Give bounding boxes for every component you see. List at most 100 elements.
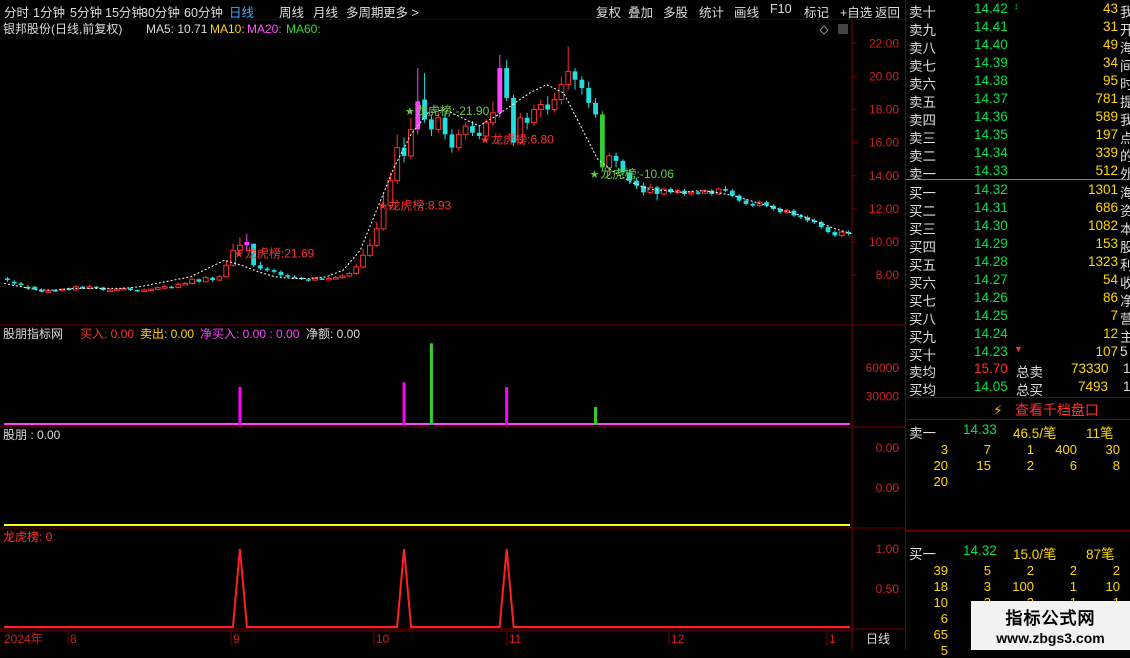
lhb-bar	[505, 387, 509, 425]
panel3-title: 龙虎榜: 0	[3, 529, 53, 544]
candle-body	[435, 117, 442, 130]
queue-price-wrap: 14.32	[963, 543, 997, 558]
avg-buy-price-wrap: 14.05	[974, 379, 1008, 394]
ask-level[interactable]: 卖十 14.42 ↕ 43 我	[906, 0, 1130, 20]
ask-level[interactable]: 卖三 14.35 197 点	[906, 126, 1130, 146]
candle-body	[202, 277, 209, 283]
net-amount-label: 净额: 0.00	[306, 327, 360, 341]
settings-icon[interactable]	[838, 24, 848, 34]
candle-body	[182, 282, 189, 286]
tool-button-4[interactable]: 画线	[734, 2, 759, 21]
candle-body	[688, 191, 695, 195]
period-tab-10[interactable]: 更多 >	[383, 2, 419, 21]
queue-cell: 6	[940, 611, 948, 626]
level-price: 14.39	[974, 55, 1008, 70]
queue-avg-wrap: 46.5/笔	[1013, 422, 1057, 442]
qiandang-button[interactable]: ⚡ 查看千档盘口	[993, 400, 1099, 420]
annotation-star: ★	[378, 201, 388, 213]
queue-cell: 400	[1055, 442, 1077, 457]
period-tab-5[interactable]: 60分钟	[184, 2, 223, 21]
candle-body	[271, 270, 277, 272]
tool-button-0[interactable]: 复权	[596, 2, 621, 21]
tool-button-1[interactable]: 叠加	[628, 2, 653, 21]
period-tab-7[interactable]: 周线	[279, 2, 304, 21]
bid-level[interactable]: 买三 14.30 1082 本	[906, 217, 1130, 237]
candle-body	[497, 68, 503, 113]
candle-body	[593, 102, 598, 115]
level-volume: 339	[1095, 145, 1118, 160]
bid-level[interactable]: 买五 14.28 1323 利	[906, 253, 1130, 273]
tool-button-6[interactable]: 标记	[804, 2, 829, 21]
queue-cell: 39	[933, 563, 948, 578]
period-tab-6[interactable]: 日线	[229, 2, 254, 21]
diamond-icon[interactable]	[819, 25, 829, 35]
total-sell-label-wrap: 总卖	[1016, 361, 1043, 381]
candle-body	[196, 279, 202, 282]
tool-button-2[interactable]: 多股	[663, 2, 688, 21]
panel1-y-tick: 30000	[866, 390, 900, 404]
y-tick-label: 8.00	[876, 268, 900, 282]
period-tab-9[interactable]: 多周期	[346, 2, 384, 21]
tool-button-8[interactable]: 返回	[875, 2, 900, 21]
candle-body	[319, 278, 325, 280]
ask-level[interactable]: 卖五 14.37 781 提	[906, 90, 1130, 110]
chart-area[interactable]: 银邦股份(日线,前复权) MA5: 10.71 MA10: MA20: MA60: 22.…	[0, 0, 905, 650]
candle-body	[325, 277, 332, 281]
tool-button-3[interactable]: 统计	[699, 2, 724, 21]
bid-level[interactable]: 买二 14.31 686 资	[906, 199, 1130, 219]
candle-body	[189, 278, 195, 284]
right-panel: 卖十 14.42 ↕ 43 我卖九 14.41 31 开卖八 14.40 49 海卖七 14.39 34…	[905, 0, 1130, 658]
period-tab-0[interactable]: 分时	[4, 2, 29, 21]
candle-body	[613, 155, 619, 161]
bid-level[interactable]: 买九 14.24 12 主	[906, 325, 1130, 345]
queue-cell: 10	[1105, 579, 1120, 594]
level-price: 14.29	[974, 236, 1008, 251]
level-price: 14.41	[974, 19, 1008, 34]
bid-level[interactable]: 买七 14.26 86 净	[906, 289, 1130, 309]
candle-body	[223, 264, 230, 278]
candle-body	[531, 109, 537, 124]
level-volume: 153	[1095, 236, 1118, 251]
tool-button-7[interactable]: +自选	[840, 2, 872, 21]
bid-level[interactable]: 买六 14.27 54 收	[906, 271, 1130, 291]
buy-label: 买入: 0.00	[80, 327, 134, 341]
bid-level[interactable]: 买十 14.23 ▼ 107 5	[906, 343, 1130, 363]
period-tab-8[interactable]: 月线	[313, 2, 338, 21]
candle-body	[743, 200, 749, 204]
level-price: 14.34	[974, 145, 1008, 160]
ask-level[interactable]: 卖二 14.34 339 的	[906, 144, 1130, 164]
tool-button-5[interactable]: F10	[770, 2, 792, 16]
period-tab-3[interactable]: 15分钟	[105, 2, 144, 21]
x-axis-label: 2024年	[4, 632, 43, 646]
level-volume: 107	[1095, 344, 1118, 359]
panel3-y-tick: 0.50	[876, 582, 900, 596]
toolbar: 分时 1分钟 5分钟 15分钟 30分钟 60分钟 日线 周线 月线 多周期 更多 > 复权 叠加 多股统…	[0, 0, 905, 20]
queue-label: 买一	[909, 547, 936, 562]
candle-body	[408, 128, 414, 157]
bid-level[interactable]: 买一 14.32 1301 海	[906, 181, 1130, 201]
ask-level[interactable]: 卖六 14.38 95 时	[906, 72, 1130, 92]
x-axis-label: 1	[829, 632, 836, 646]
total-buy-value: 7493	[1078, 379, 1109, 394]
level-volume: 49	[1102, 37, 1118, 52]
bid-level[interactable]: 买八 14.25 7 营	[906, 307, 1130, 327]
queue-cell: 65	[933, 627, 948, 642]
avg-sell-price: 15.70	[974, 361, 1008, 376]
ask-level[interactable]: 卖七 14.39 34 间	[906, 54, 1130, 74]
candle-body	[210, 277, 215, 281]
lhb-bar	[594, 406, 598, 425]
period-tab-1[interactable]: 1分钟	[33, 2, 65, 21]
ask-level[interactable]: 卖一 14.33 512 外	[906, 162, 1130, 182]
ask-level[interactable]: 卖四 14.36 589 我	[906, 108, 1130, 128]
ask-level[interactable]: 卖八 14.40 49 海	[906, 36, 1130, 56]
ask-level[interactable]: 卖九 14.41 31 开	[906, 18, 1130, 38]
candle-body	[216, 276, 223, 281]
level-volume: 1323	[1087, 254, 1118, 269]
period-tab-2[interactable]: 5分钟	[70, 2, 102, 21]
candle-body	[599, 114, 605, 168]
level-price: 14.35	[974, 127, 1008, 142]
candle-body	[169, 286, 174, 289]
bid-level[interactable]: 买四 14.29 153 股	[906, 235, 1130, 255]
candle-body	[565, 70, 572, 86]
period-tab-4[interactable]: 30分钟	[141, 2, 180, 21]
